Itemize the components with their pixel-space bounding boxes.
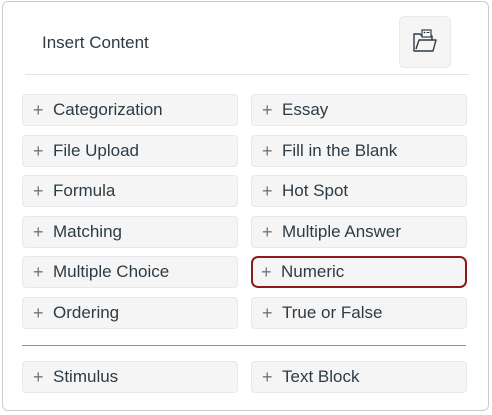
plus-icon: + bbox=[33, 181, 44, 201]
insert-numeric-button[interactable]: + Numeric bbox=[251, 256, 467, 288]
item-label: Categorization bbox=[53, 100, 163, 119]
insert-text-block-button[interactable]: + Text Block bbox=[251, 361, 467, 393]
plus-icon: + bbox=[33, 262, 44, 282]
plus-icon: + bbox=[262, 222, 273, 242]
item-label: Hot Spot bbox=[282, 181, 349, 200]
item-label: Multiple Answer bbox=[282, 222, 402, 241]
insert-multiple-choice-button[interactable]: + Multiple Choice bbox=[22, 256, 238, 288]
plus-icon: + bbox=[33, 303, 44, 323]
insert-categorization-button[interactable]: + Categorization bbox=[22, 94, 238, 126]
plus-icon: + bbox=[262, 367, 273, 387]
item-label: Essay bbox=[282, 100, 329, 119]
item-label: Ordering bbox=[53, 303, 120, 322]
plus-icon: + bbox=[33, 222, 44, 242]
item-label: True or False bbox=[282, 303, 383, 322]
item-label: Numeric bbox=[281, 262, 345, 281]
item-label: Formula bbox=[53, 181, 116, 200]
plus-icon: + bbox=[262, 100, 273, 120]
plus-icon: + bbox=[262, 181, 273, 201]
insert-essay-button[interactable]: + Essay bbox=[251, 94, 467, 126]
open-folder-button[interactable] bbox=[399, 16, 451, 68]
insert-true-or-false-button[interactable]: + True or False bbox=[251, 297, 467, 329]
section-divider bbox=[22, 345, 466, 346]
panel-title: Insert Content bbox=[42, 33, 149, 52]
plus-icon: + bbox=[262, 141, 273, 161]
insert-ordering-button[interactable]: + Ordering bbox=[22, 297, 238, 329]
header-divider bbox=[25, 74, 469, 75]
insert-file-upload-button[interactable]: + File Upload bbox=[22, 135, 238, 167]
plus-icon: + bbox=[262, 303, 273, 323]
insert-multiple-answer-button[interactable]: + Multiple Answer bbox=[251, 216, 467, 248]
item-label: File Upload bbox=[53, 141, 139, 160]
item-label: Text Block bbox=[282, 367, 360, 386]
item-label: Fill in the Blank bbox=[282, 141, 398, 160]
insert-fill-in-the-blank-button[interactable]: + Fill in the Blank bbox=[251, 135, 467, 167]
plus-icon: + bbox=[261, 262, 272, 282]
plus-icon: + bbox=[33, 367, 44, 387]
plus-icon: + bbox=[33, 100, 44, 120]
insert-matching-button[interactable]: + Matching bbox=[22, 216, 238, 248]
insert-stimulus-button[interactable]: + Stimulus bbox=[22, 361, 238, 393]
item-label: Matching bbox=[53, 222, 122, 241]
insert-hot-spot-button[interactable]: + Hot Spot bbox=[251, 175, 467, 207]
insert-formula-button[interactable]: + Formula bbox=[22, 175, 238, 207]
item-label: Stimulus bbox=[53, 367, 119, 386]
plus-icon: + bbox=[33, 141, 44, 161]
item-label: Multiple Choice bbox=[53, 262, 170, 281]
folder-icon bbox=[410, 27, 440, 57]
